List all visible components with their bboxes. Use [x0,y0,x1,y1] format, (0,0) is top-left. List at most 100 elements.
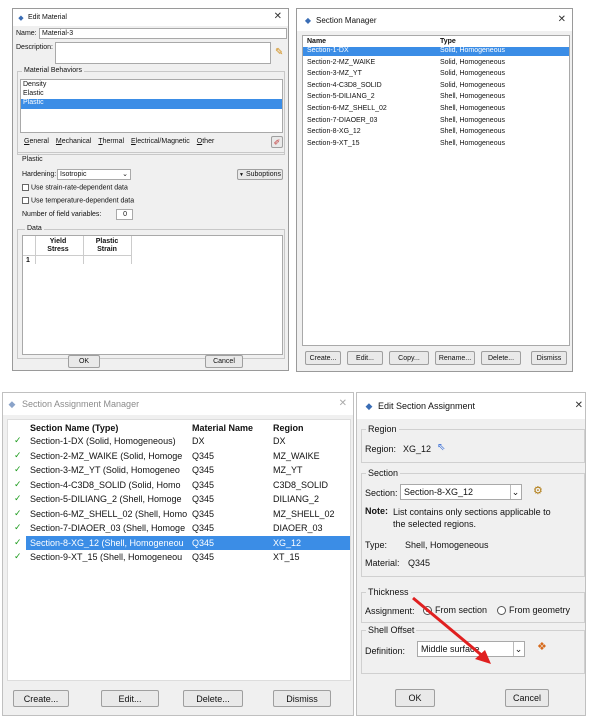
behavior-item[interactable]: Density [21,81,282,90]
wrench-icon: ✐ [273,137,281,147]
col-header-yield-stress: Yield Stress [47,238,69,253]
section-type-cell: Shell, Homogeneous [440,93,505,101]
material-name-cell: Q345 [192,450,215,461]
close-icon[interactable]: ✕ [339,398,347,409]
dismiss-button[interactable]: Dismiss [531,351,567,365]
close-icon[interactable]: ✕ [274,11,282,22]
name-label: Name: [16,30,37,37]
table-row[interactable]: ✓ Section-4-C3D8_SOLID (Solid, Homo Q345 C3… [8,478,350,492]
rename-button[interactable]: Rename... [435,351,475,365]
section-type-cell: Solid, Homogeneous [440,81,505,89]
checkmark-icon: ✓ [14,522,22,532]
strain-rate-checkbox[interactable] [22,184,29,191]
checkmark-icon: ✓ [14,464,22,474]
assignment-manager-titlebar: ◆ Section Assignment Manager ✕ [3,393,353,415]
menu-thermal[interactable]: Thermal [98,138,124,148]
section-type-cell: Solid, Homogeneous [440,47,505,54]
table-row[interactable]: ✓ Section-6-MZ_SHELL_02 (Shell, Homo Q345 M… [8,507,350,521]
table-row[interactable]: ✓ Section-9-XT_15 (Shell, Homogeneou Q345 X… [8,550,350,564]
cancel-label: Cancel [213,358,235,365]
section-name-cell: Section-2-MZ_WAIKE (Solid, Homoge [30,450,183,461]
pencil-icon[interactable]: ✎ [275,47,283,58]
create-button[interactable]: Create... [13,690,69,707]
section-list[interactable]: Name Type Section-1-DX Solid, Homogeneous… [302,35,570,346]
assignment-manager-title: Section Assignment Manager [22,399,140,409]
chevron-down-icon: ⌄ [122,171,128,178]
material-name-cell: Q345 [192,494,215,504]
copy-button[interactable]: Copy... [389,351,429,365]
section-name-cell: Section-9-XT_15 [307,139,360,147]
table-row[interactable]: Section-7-DIAOER_03 Shell, Homogeneous [303,117,569,126]
checkmark-icon: ✓ [14,551,22,561]
section-name-cell: Section-7-DIAOER_03 [307,116,378,124]
header-section-name: Section Name (Type) [30,423,119,433]
table-row[interactable]: Section-5-DILIANG_2 Shell, Homogeneous [303,93,569,102]
material-name-cell: DX [192,436,205,446]
behaviors-list[interactable]: Density Elastic Plastic [20,79,283,133]
edit-button[interactable]: Edit... [101,690,159,707]
divider [17,152,285,153]
create-button[interactable]: Create... [305,351,341,365]
menu-other[interactable]: Other [197,138,215,148]
behavior-item[interactable]: Elastic [21,90,282,99]
section-manager-title: Section Manager [316,15,377,25]
menu-general[interactable]: General [24,138,49,148]
section-name-cell: Section-9-XT_15 (Shell, Homogeneou [30,552,183,562]
edit-button[interactable]: Edit... [347,351,383,365]
temperature-checkbox[interactable] [22,197,29,204]
button-label: Edit... [356,354,374,362]
menu-electrical-magnetic[interactable]: Electrical/Magnetic [131,138,190,148]
table-row[interactable]: Section-6-MZ_SHELL_02 Shell, Homogeneous [303,105,569,114]
cancel-button[interactable]: Cancel [205,355,243,368]
table-row[interactable]: ✓ Section-2-MZ_WAIKE (Solid, Homoge Q345 MZ… [8,449,350,463]
section-type-cell: Solid, Homogeneous [440,58,505,66]
table-row[interactable]: Section-9-XT_15 Shell, Homogeneous [303,140,569,149]
table-row[interactable]: Section-2-MZ_WAIKE Solid, Homogeneous [303,59,569,68]
button-label: Create... [23,693,59,704]
table-row[interactable]: ✓ Section-8-XG_12 (Shell, Homogeneou Q345 X… [8,535,350,550]
close-icon[interactable]: ✕ [558,14,566,25]
material-name-cell: Q345 [192,552,215,562]
table-row[interactable]: Section-3-MZ_YT Solid, Homogeneous [303,70,569,79]
section-manager-titlebar: ◆ Section Manager ✕ [297,9,572,31]
button-label: Delete... [487,354,515,362]
behavior-item-selected[interactable]: Plastic [21,99,282,109]
table-row[interactable]: ✓ Section-5-DILIANG_2 (Shell, Homoge Q345 D… [8,492,350,506]
dismiss-button[interactable]: Dismiss [273,690,331,707]
description-field[interactable] [55,42,271,64]
row-number: 1 [26,257,30,264]
checkmark-icon: ✓ [14,435,22,445]
button-label: Rename... [438,354,472,362]
section-name-cell: Section-8-XG_12 (Shell, Homogeneou [30,537,184,548]
temperature-checkbox-row[interactable]: Use temperature-dependent data [22,197,134,204]
region-cell: XT_15 [273,552,300,562]
table-border [23,255,131,256]
table-row[interactable]: ✓ Section-1-DX (Solid, Homogeneous) DX DX [8,434,350,448]
suboptions-button[interactable]: ▼ Suboptions [237,169,283,180]
material-name-cell: Q345 [192,465,215,475]
field-variables-spinner[interactable]: 0 [116,209,133,220]
name-field[interactable]: Material-3 [39,28,287,39]
table-row[interactable]: Section-1-DX Solid, Homogeneous [303,47,569,56]
table-row[interactable]: ✓ Section-3-MZ_YT (Solid, Homogeneo Q345 MZ… [8,463,350,477]
data-table[interactable]: Yield Stress Plastic Strain 1 [22,235,283,355]
section-type-cell: Solid, Homogeneous [440,70,505,78]
hardening-dropdown[interactable]: Isotropic ⌄ [57,169,131,180]
table-row[interactable]: Section-8-XG_12 Shell, Homogeneous [303,128,569,137]
delete-button[interactable]: Delete... [183,690,243,707]
table-row[interactable]: ✓ Section-7-DIAOER_03 (Shell, Homoge Q345 D… [8,521,350,535]
checkmark-icon: ✓ [14,478,22,489]
section-name-cell: Section-1-DX [307,47,349,54]
assignment-list[interactable]: Section Name (Type) Material Name Region… [7,419,351,681]
table-row[interactable]: Section-4-C3D8_SOLID Solid, Homogeneous [303,82,569,91]
delete-button[interactable]: Delete... [481,351,521,365]
ok-button[interactable]: OK [68,355,100,368]
menu-mechanical[interactable]: Mechanical [56,138,91,148]
material-name-cell: Q345 [192,523,215,533]
material-name-cell: Q345 [192,508,215,519]
button-label: Delete... [196,693,230,704]
section-assignment-manager-window: ◆ Section Assignment Manager ✕ Section N… [2,392,354,716]
delete-behavior-button[interactable]: ✐ [271,136,283,148]
strain-rate-checkbox-row[interactable]: Use strain-rate-dependent data [22,184,128,191]
header-region: Region [273,423,304,433]
